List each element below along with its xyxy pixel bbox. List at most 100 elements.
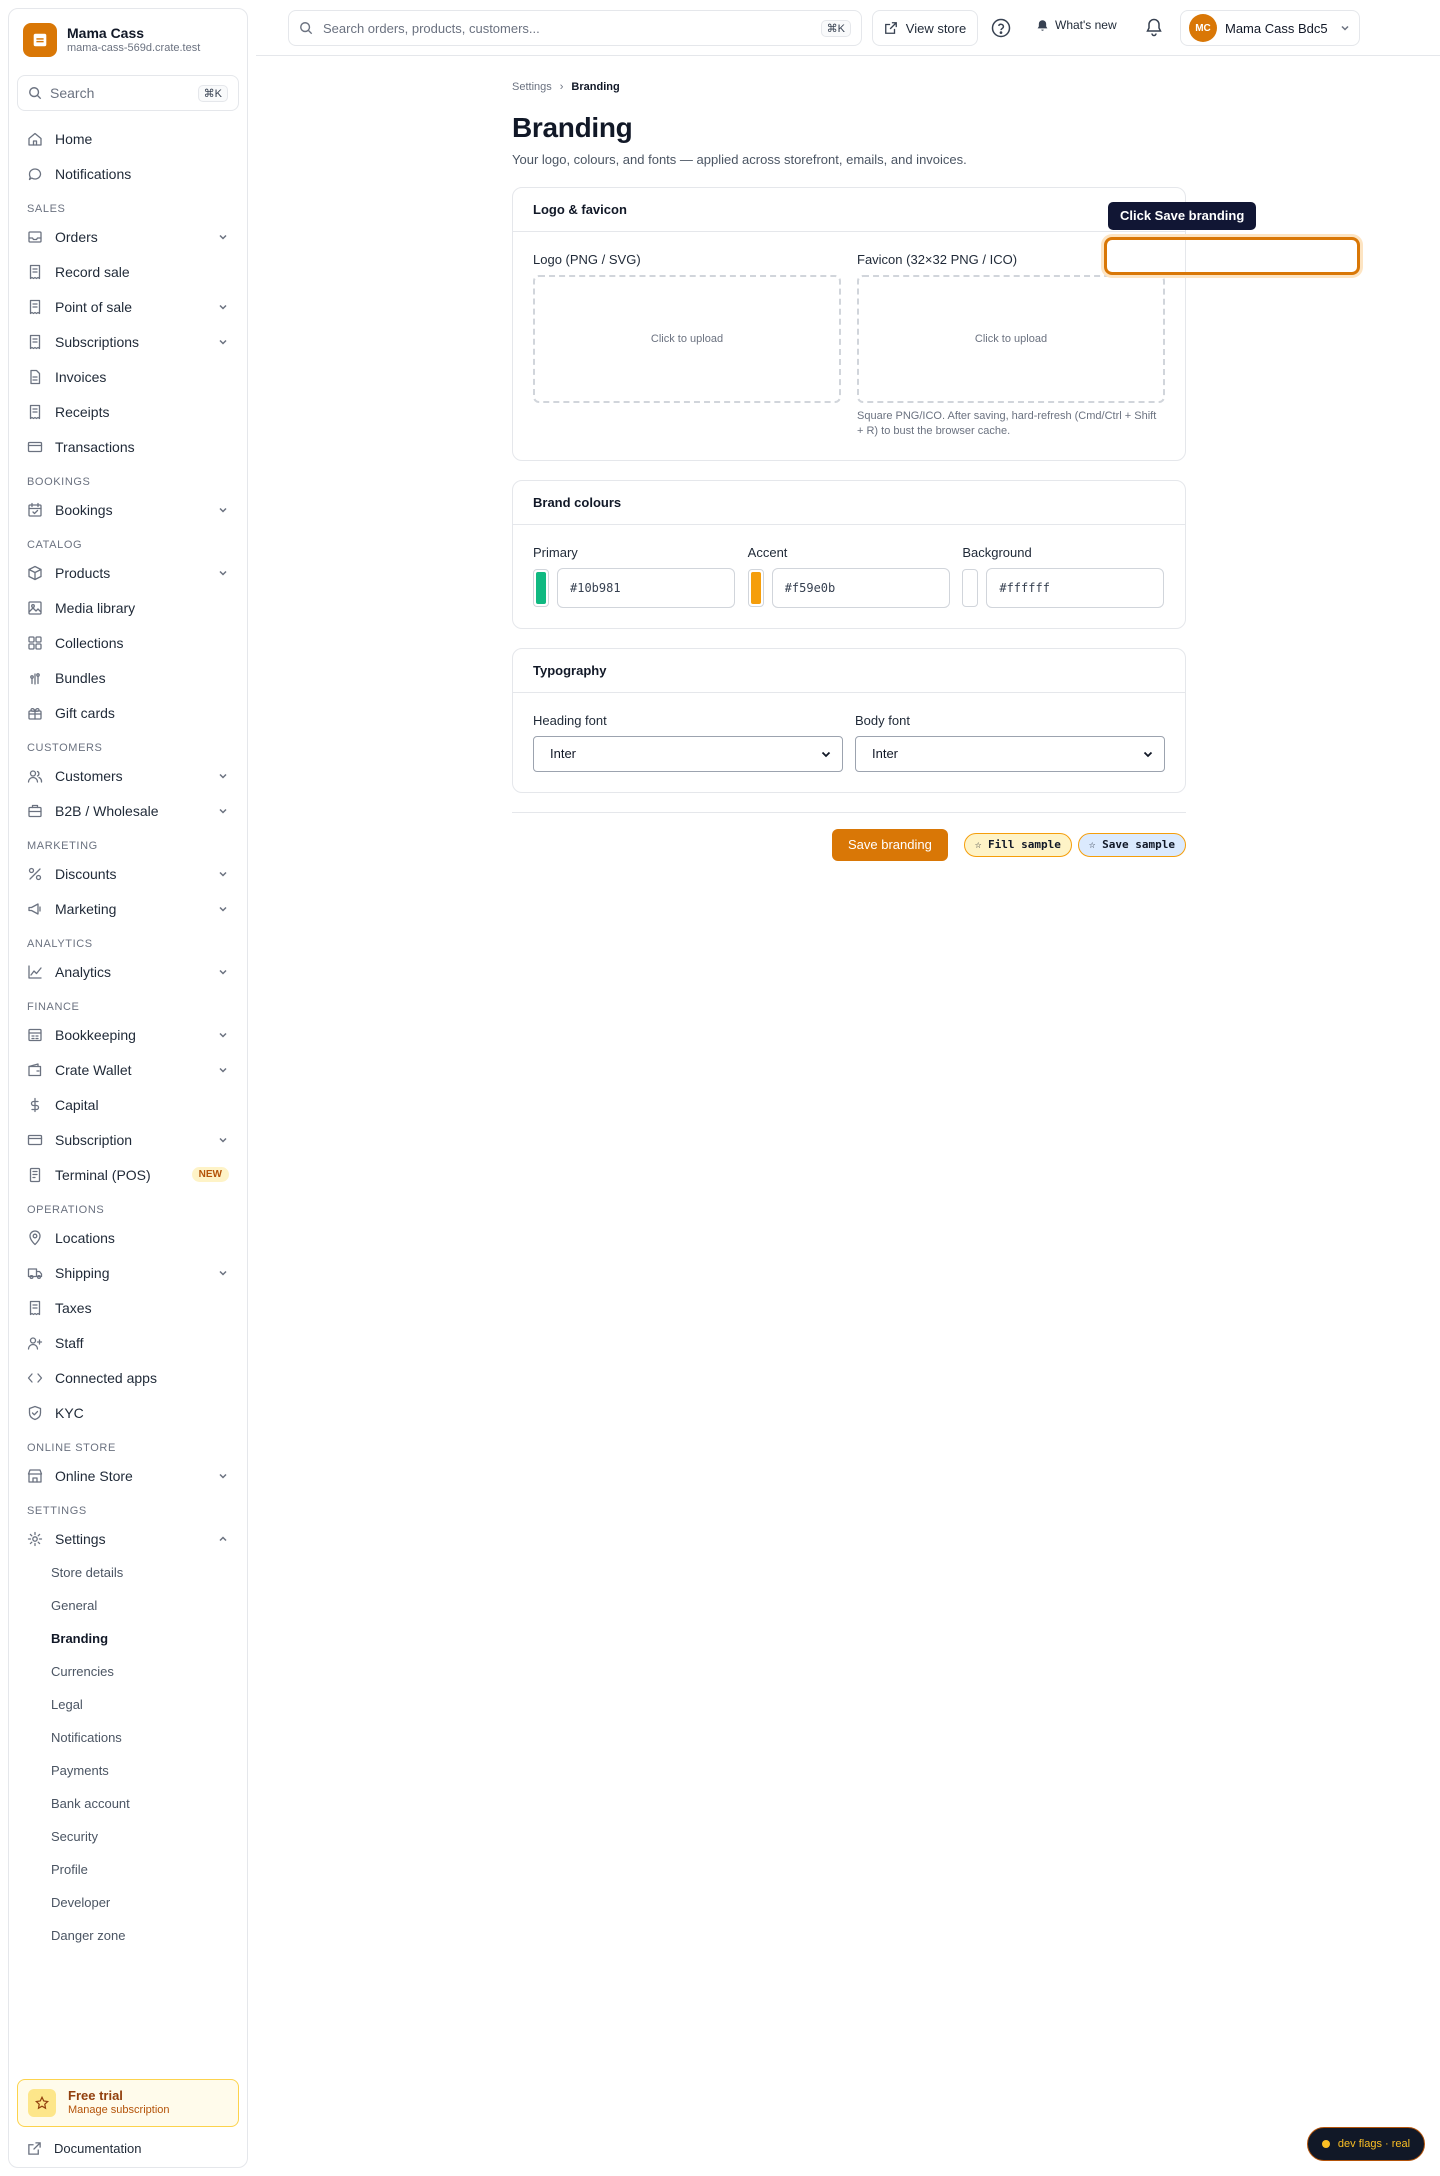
- view-store-button[interactable]: View store: [872, 10, 978, 46]
- dev-flags-toggle[interactable]: dev flags · real: [1307, 2127, 1425, 2161]
- sidebar-item-home[interactable]: Home: [9, 121, 247, 156]
- chevron-down-icon: [219, 906, 227, 912]
- chevron-down-icon: [219, 1473, 227, 1479]
- body-font-select[interactable]: Inter: [855, 735, 1165, 772]
- dev-flags-label: dev flags · real: [1337, 2138, 1411, 2150]
- sidebar-item-terminal-pos[interactable]: Terminal (POS) NEW: [9, 1157, 247, 1192]
- background-colour-input[interactable]: [986, 567, 1165, 608]
- gear-icon: [27, 1531, 43, 1546]
- favicon-upload-dropzone[interactable]: Click to upload: [857, 275, 1165, 403]
- sidebar-item-record-sale[interactable]: Record sale: [9, 254, 247, 289]
- page-description: Your logo, colours, and fonts — applied …: [512, 152, 967, 167]
- sidebar-item-label: Media library: [55, 599, 136, 616]
- notifications-bell-icon[interactable]: [1144, 17, 1164, 37]
- whats-new-button[interactable]: What's new: [1036, 18, 1117, 32]
- settings-subitem-profile[interactable]: Profile: [9, 1853, 247, 1886]
- documentation-link[interactable]: Documentation: [27, 2141, 141, 2156]
- image-icon: [28, 600, 42, 615]
- chevron-down-icon: [219, 808, 227, 814]
- sidebar-search[interactable]: Search ⌘K: [17, 75, 239, 111]
- body-font-value: Inter: [872, 746, 899, 762]
- sidebar-item-analytics[interactable]: Analytics: [9, 954, 247, 989]
- settings-subitem-payments[interactable]: Payments: [9, 1754, 247, 1787]
- accent-colour-input[interactable]: [771, 567, 950, 608]
- star-icon: [28, 2089, 56, 2117]
- sidebar-item-orders[interactable]: Orders: [9, 219, 247, 254]
- heading-font-select[interactable]: Inter: [533, 735, 843, 772]
- settings-subitem-currencies[interactable]: Currencies: [9, 1655, 247, 1688]
- background-colour-picker[interactable]: [962, 568, 979, 607]
- settings-subitem-security[interactable]: Security: [9, 1820, 247, 1853]
- sidebar-item-bookings[interactable]: Bookings: [9, 492, 247, 527]
- sidebar-item-shipping[interactable]: Shipping: [9, 1255, 247, 1290]
- sidebar-item-taxes[interactable]: Taxes: [9, 1290, 247, 1325]
- avatar: MC: [1189, 14, 1217, 42]
- store-switcher[interactable]: Mama Cass mama-cass-569d.crate.test: [9, 9, 247, 67]
- save-sample-button[interactable]: ☆ Save sample: [1077, 832, 1186, 857]
- sidebar-item-label: Products: [55, 564, 111, 581]
- sidebar-item-kyc[interactable]: KYC: [9, 1395, 247, 1430]
- top-bar: Search orders, products, customers... ⌘K…: [256, 0, 1440, 56]
- sidebar-item-discounts[interactable]: Discounts: [9, 856, 247, 891]
- logo-upload-dropzone[interactable]: Click to upload: [533, 275, 841, 403]
- logo-card-title: Logo & favicon: [513, 188, 1185, 232]
- sidebar-item-subscriptions[interactable]: Subscriptions: [9, 324, 247, 359]
- breadcrumb-settings[interactable]: Settings: [512, 81, 552, 93]
- sidebar-item-locations[interactable]: Locations: [9, 1220, 247, 1255]
- account-menu[interactable]: MC Mama Cass Bdc5: [1180, 10, 1360, 46]
- sidebar-item-b2b-wholesale[interactable]: B2B / Wholesale: [9, 793, 247, 828]
- settings-subitem-branding[interactable]: Branding: [9, 1622, 247, 1655]
- tutorial-tooltip: Click Save branding: [1108, 202, 1257, 230]
- settings-subitem-bank-account[interactable]: Bank account: [9, 1787, 247, 1820]
- free-trial-card[interactable]: Free trial Manage subscription: [17, 2079, 239, 2127]
- sidebar-item-label: Marketing: [55, 900, 117, 917]
- sidebar-item-label: Bundles: [55, 669, 106, 686]
- body-font-label: Body font: [855, 712, 910, 728]
- status-dot-icon: [1321, 2140, 1330, 2148]
- sidebar-item-invoices[interactable]: Invoices: [9, 359, 247, 394]
- sidebar-item-capital[interactable]: Capital: [9, 1087, 247, 1122]
- sidebar-item-receipts[interactable]: Receipts: [9, 394, 247, 429]
- heading-font-value: Inter: [550, 746, 577, 762]
- sidebar-item-bundles[interactable]: Bundles: [9, 660, 247, 695]
- chevron-down-icon: [219, 304, 227, 310]
- sidebar-item-marketing[interactable]: Marketing: [9, 891, 247, 926]
- settings-subitem-general[interactable]: General: [9, 1589, 247, 1622]
- logo-upload-text: Click to upload: [650, 333, 724, 345]
- sidebar-item-notifications[interactable]: Notifications: [9, 156, 247, 191]
- sidebar-item-bookkeeping[interactable]: Bookkeeping: [9, 1017, 247, 1052]
- sidebar-item-products[interactable]: Products: [9, 555, 247, 590]
- sidebar-item-connected-apps[interactable]: Connected apps: [9, 1360, 247, 1395]
- sidebar-item-label: Terminal (POS): [55, 1166, 151, 1183]
- save-branding-button[interactable]: Save branding: [831, 828, 948, 861]
- sidebar-item-crate-wallet[interactable]: Crate Wallet: [9, 1052, 247, 1087]
- primary-colour-input[interactable]: [557, 567, 735, 608]
- accent-colour-picker[interactable]: [747, 568, 764, 607]
- settings-subitem-developer[interactable]: Developer: [9, 1886, 247, 1919]
- sidebar-item-subscription[interactable]: Subscription: [9, 1122, 247, 1157]
- sidebar-item-collections[interactable]: Collections: [9, 625, 247, 660]
- sidebar-item-transactions[interactable]: Transactions: [9, 429, 247, 464]
- manage-subscription-link[interactable]: Manage subscription: [68, 2104, 170, 2118]
- sidebar-item-online-store[interactable]: Online Store: [9, 1458, 247, 1493]
- book-icon: [28, 1028, 42, 1041]
- map-pin-icon: [29, 1229, 41, 1245]
- breadcrumb-separator-icon: ›: [559, 81, 564, 93]
- sidebar-item-settings[interactable]: Settings: [9, 1521, 247, 1556]
- fill-sample-button[interactable]: ☆ Fill sample: [963, 832, 1072, 857]
- settings-subitem-danger-zone[interactable]: Danger zone: [9, 1919, 247, 1952]
- sidebar-item-media-library[interactable]: Media library: [9, 590, 247, 625]
- sidebar-item-gift-cards[interactable]: Gift cards: [9, 695, 247, 730]
- credit-card-icon: [27, 441, 43, 452]
- global-search-input[interactable]: Search orders, products, customers... ⌘K: [288, 10, 862, 46]
- help-icon[interactable]: [990, 17, 1012, 39]
- shield-check-icon: [28, 1405, 42, 1420]
- settings-subitem-legal[interactable]: Legal: [9, 1688, 247, 1721]
- sidebar-item-customers[interactable]: Customers: [9, 758, 247, 793]
- settings-subitem-notifications[interactable]: Notifications: [9, 1721, 247, 1754]
- sidebar-item-point-of-sale[interactable]: Point of sale: [9, 289, 247, 324]
- settings-subitem-store-details[interactable]: Store details: [9, 1556, 247, 1589]
- primary-colour-picker[interactable]: [533, 568, 549, 607]
- sidebar-item-staff[interactable]: Staff: [9, 1325, 247, 1360]
- terminal-icon: [29, 1167, 41, 1182]
